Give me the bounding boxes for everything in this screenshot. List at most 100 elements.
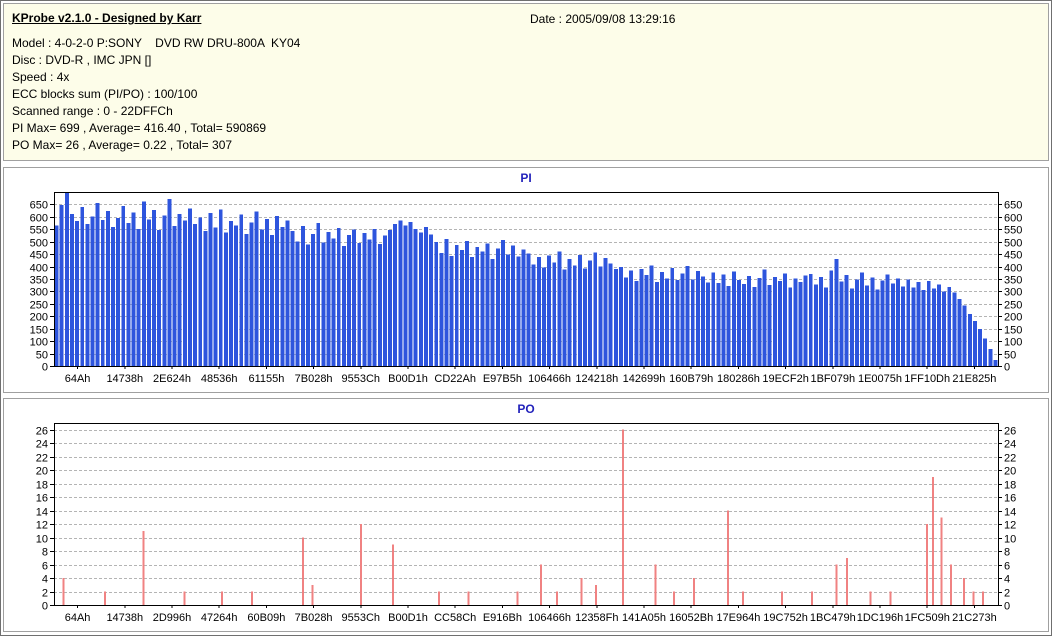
svg-text:14: 14	[36, 507, 48, 519]
svg-text:21E825h: 21E825h	[952, 373, 996, 385]
svg-text:600: 600	[30, 213, 48, 225]
scan-info-line: Model : 4-0-2-0 P:SONY DVD RW DRU-800A K…	[12, 36, 301, 50]
svg-text:10: 10	[1004, 534, 1016, 546]
svg-text:4: 4	[1004, 574, 1010, 586]
svg-text:150: 150	[30, 325, 48, 337]
svg-text:8: 8	[1004, 547, 1010, 559]
svg-text:600: 600	[1004, 213, 1022, 225]
svg-text:450: 450	[30, 250, 48, 262]
svg-text:20: 20	[36, 466, 48, 478]
svg-text:550: 550	[30, 225, 48, 237]
scan-info-lines: Model : 4-0-2-0 P:SONY DVD RW DRU-800A K…	[12, 35, 1040, 154]
svg-text:106466h: 106466h	[528, 373, 571, 385]
scan-info-line: PO Max= 26 , Average= 0.22 , Total= 307	[12, 138, 233, 152]
svg-text:14738h: 14738h	[106, 373, 143, 385]
svg-text:7B028h: 7B028h	[295, 612, 333, 624]
svg-text:250: 250	[1004, 300, 1022, 312]
pi-chart-title: PI	[520, 171, 532, 185]
svg-text:180286h: 180286h	[717, 373, 760, 385]
svg-text:16: 16	[36, 493, 48, 505]
svg-text:19C752h: 19C752h	[763, 612, 808, 624]
svg-text:50: 50	[36, 350, 48, 362]
svg-text:9553Ch: 9553Ch	[342, 373, 381, 385]
svg-text:24: 24	[1004, 439, 1016, 451]
svg-text:12: 12	[1004, 520, 1016, 532]
svg-text:0: 0	[42, 601, 48, 613]
svg-text:19ECF2h: 19ECF2h	[762, 373, 808, 385]
svg-text:12: 12	[36, 520, 48, 532]
scan-info-line: PI Max= 699 , Average= 416.40 , Total= 5…	[12, 121, 267, 135]
kprobe-window: KProbe v2.1.0 - Designed by Karr Date : …	[0, 0, 1052, 636]
svg-text:200: 200	[30, 312, 48, 324]
pi-chart: 0 050 50100 100150 150200 200250 250300 300350 3…	[30, 192, 1022, 385]
svg-text:64Ah: 64Ah	[65, 612, 91, 624]
svg-text:100: 100	[1004, 337, 1022, 349]
svg-text:142699h: 142699h	[623, 373, 666, 385]
svg-text:350: 350	[30, 275, 48, 287]
scan-date: Date : 2005/09/08 13:29:16	[530, 12, 676, 26]
svg-text:650: 650	[30, 200, 48, 212]
scan-info-line: ECC blocks sum (PI/PO) : 100/100	[12, 87, 198, 101]
svg-text:6: 6	[1004, 561, 1010, 573]
svg-text:61155h: 61155h	[248, 373, 284, 385]
svg-text:7B028h: 7B028h	[295, 373, 333, 385]
svg-text:124218h: 124218h	[575, 373, 618, 385]
svg-text:18: 18	[36, 480, 48, 492]
svg-text:9553Ch: 9553Ch	[342, 612, 381, 624]
svg-text:1BC479h: 1BC479h	[810, 612, 856, 624]
svg-text:500: 500	[30, 238, 48, 250]
svg-text:24: 24	[36, 439, 48, 451]
svg-text:14738h: 14738h	[106, 612, 143, 624]
svg-text:2E624h: 2E624h	[153, 373, 191, 385]
svg-text:22: 22	[1004, 453, 1016, 465]
svg-text:B00D1h: B00D1h	[388, 612, 428, 624]
scan-info-line: Speed : 4x	[12, 70, 70, 84]
app-title: KProbe v2.1.0 - Designed by Karr	[12, 11, 202, 25]
svg-text:20: 20	[1004, 466, 1016, 478]
svg-text:12358Fh: 12358Fh	[575, 612, 618, 624]
svg-text:1DC196h: 1DC196h	[857, 612, 903, 624]
po-chart: 0 02 24 46 68 810 1012 1214 1416 1618 1820 2022 2224…	[36, 423, 1016, 624]
svg-text:300: 300	[1004, 287, 1022, 299]
header-top-row: KProbe v2.1.0 - Designed by Karr Date : …	[12, 11, 1040, 29]
svg-text:0: 0	[42, 362, 48, 374]
scan-info-panel: KProbe v2.1.0 - Designed by Karr Date : …	[3, 3, 1049, 161]
svg-text:400: 400	[30, 263, 48, 275]
svg-text:E916Bh: E916Bh	[483, 612, 522, 624]
svg-text:2D996h: 2D996h	[153, 612, 192, 624]
svg-text:250: 250	[30, 300, 48, 312]
svg-text:1FC509h: 1FC509h	[905, 612, 950, 624]
svg-text:160B79h: 160B79h	[669, 373, 713, 385]
svg-text:1FF10Dh: 1FF10Dh	[904, 373, 950, 385]
svg-text:300: 300	[30, 287, 48, 299]
svg-text:47264h: 47264h	[201, 612, 238, 624]
pi-chart-panel: PI 0 0 50 50 100 100 150 150 200 200 250 250 300 300 3…	[3, 167, 1049, 393]
svg-text:48536h: 48536h	[201, 373, 238, 385]
svg-text:6: 6	[42, 561, 48, 573]
svg-text:450: 450	[1004, 250, 1022, 262]
svg-text:1E0075h: 1E0075h	[858, 373, 902, 385]
po-chart-panel: PO 0 0 2 2 4 4 6 6 8 8 10 10 12 12 14 14 16 16 18 18 20 20 22 2…	[3, 398, 1049, 632]
svg-text:16: 16	[1004, 493, 1016, 505]
svg-text:400: 400	[1004, 263, 1022, 275]
svg-text:200: 200	[1004, 312, 1022, 324]
svg-text:17E964h: 17E964h	[716, 612, 760, 624]
svg-text:8: 8	[42, 547, 48, 559]
svg-text:0: 0	[1004, 601, 1010, 613]
svg-text:26: 26	[36, 426, 48, 438]
svg-text:CD22Ah: CD22Ah	[434, 373, 476, 385]
svg-text:0: 0	[1004, 362, 1010, 374]
svg-text:150: 150	[1004, 325, 1022, 337]
svg-text:14: 14	[1004, 507, 1016, 519]
po-chart-title: PO	[517, 402, 535, 416]
svg-text:E97B5h: E97B5h	[483, 373, 522, 385]
svg-text:CC58Ch: CC58Ch	[434, 612, 476, 624]
svg-text:2: 2	[1004, 588, 1010, 600]
svg-text:350: 350	[1004, 275, 1022, 287]
svg-text:550: 550	[1004, 225, 1022, 237]
svg-text:10: 10	[36, 534, 48, 546]
svg-text:60B09h: 60B09h	[247, 612, 285, 624]
svg-text:18: 18	[1004, 480, 1016, 492]
svg-text:2: 2	[42, 588, 48, 600]
svg-text:64Ah: 64Ah	[65, 373, 91, 385]
